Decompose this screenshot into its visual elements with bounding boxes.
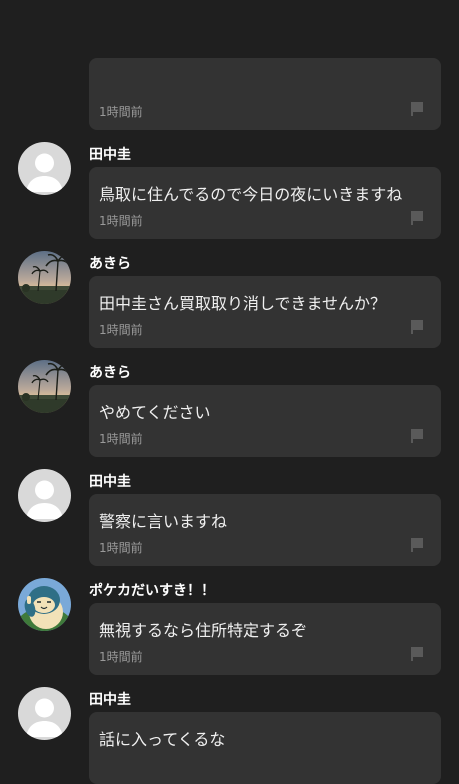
message-item: あきら やめてください 1時間前 <box>0 242 459 457</box>
message-item: 田中圭 警察に言いますね 1時間前 <box>0 351 459 566</box>
default-avatar[interactable] <box>18 687 71 740</box>
message-item: 田中圭 話に入ってくるな <box>0 569 459 784</box>
message-item: あきら 田中圭さん買取取り消しできませんか？ 1時間前 <box>0 133 459 348</box>
message-text: 話に入ってくるな <box>99 730 226 749</box>
comment-feed: 1時間前 田中圭 鳥取に住んでるので今日の夜にいきますね 1時間前 あきら 田中… <box>0 0 459 784</box>
message-item: 田中圭 鳥取に住んでるので今日の夜にいきますね 1時間前 <box>0 24 459 239</box>
username[interactable]: 田中圭 <box>89 689 131 709</box>
message-item: ポケカだいすき！！ 無視するなら住所特定するぞ 1時間前 <box>0 460 459 675</box>
message-bubble: 話に入ってくるな <box>89 712 441 784</box>
message-item: 1時間前 <box>0 0 459 130</box>
